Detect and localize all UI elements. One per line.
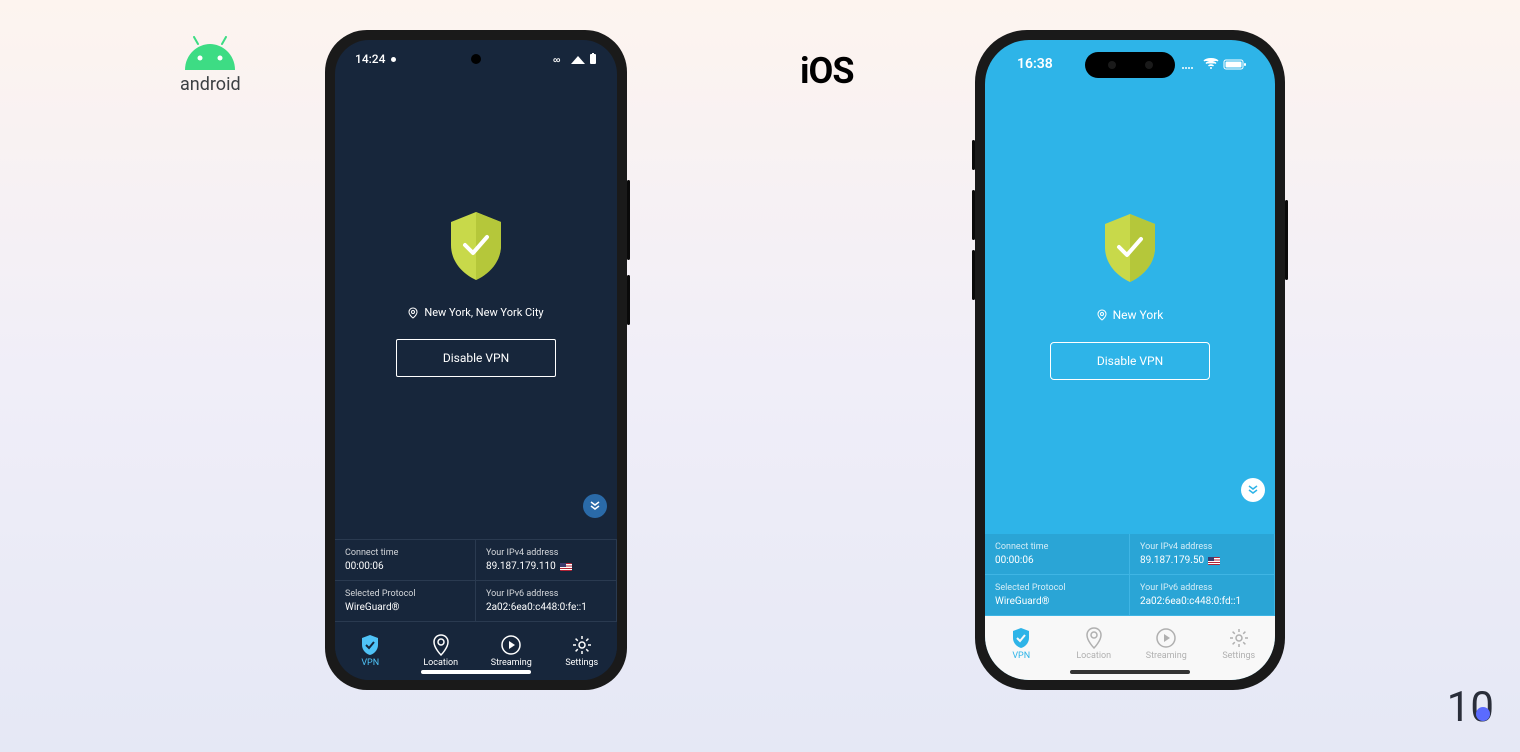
location-row[interactable]: New York, New York City bbox=[408, 306, 543, 319]
status-icons: ∞ bbox=[553, 53, 597, 65]
play-circle-icon bbox=[1155, 627, 1177, 649]
expand-panel-button[interactable] bbox=[1241, 478, 1265, 502]
info-ipv4: Your IPv4 address 89.187.179.50 bbox=[1130, 534, 1275, 575]
nav-vpn[interactable]: VPN bbox=[335, 622, 406, 680]
status-time: 14:24 bbox=[355, 52, 385, 66]
disable-vpn-button[interactable]: Disable VPN bbox=[1050, 342, 1210, 380]
android-platform-label: android bbox=[180, 36, 241, 95]
svg-text:∞: ∞ bbox=[553, 56, 560, 64]
home-indicator[interactable] bbox=[421, 670, 531, 674]
location-pin-icon bbox=[1083, 627, 1105, 649]
nav-location[interactable]: Location bbox=[1058, 616, 1131, 672]
nav-vpn[interactable]: VPN bbox=[985, 616, 1058, 672]
location-pin-icon bbox=[1097, 309, 1107, 321]
info-connect-time: Connect time 00:00:06 bbox=[985, 534, 1130, 575]
dynamic-island bbox=[1085, 52, 1175, 78]
android-text: android bbox=[180, 74, 241, 95]
info-ipv6: Your IPv6 address 2a02:6ea0:c448:0:fe::1 bbox=[476, 581, 617, 622]
us-flag-icon bbox=[1208, 557, 1220, 565]
gear-icon bbox=[1228, 627, 1250, 649]
chevron-down-double-icon bbox=[1247, 484, 1259, 496]
expand-panel-button[interactable] bbox=[583, 494, 607, 518]
status-time: 16:38 bbox=[1017, 56, 1053, 72]
us-flag-icon bbox=[560, 563, 572, 571]
shield-check-icon bbox=[445, 210, 507, 282]
android-logo-icon bbox=[180, 36, 240, 72]
camera-icon bbox=[471, 54, 481, 64]
brand-logo: 10 bbox=[1447, 683, 1490, 732]
location-pin-icon bbox=[430, 634, 452, 656]
info-protocol: Selected Protocol WireGuard® bbox=[335, 581, 476, 622]
location-text: New York, New York City bbox=[424, 306, 543, 319]
disable-vpn-button[interactable]: Disable VPN bbox=[396, 339, 556, 377]
gear-icon bbox=[571, 634, 593, 656]
ios-phone-mockup: 16:38 New York Disable VPN bbox=[975, 30, 1285, 690]
info-connect-time: Connect time 00:00:06 bbox=[335, 540, 476, 581]
location-row[interactable]: New York bbox=[1097, 308, 1164, 322]
chevron-down-double-icon bbox=[589, 500, 601, 512]
android-phone-mockup: 14:24 ∞ New York, New York City Disable … bbox=[325, 30, 627, 690]
shield-check-icon bbox=[1099, 212, 1161, 284]
location-pin-icon bbox=[408, 307, 418, 319]
location-text: New York bbox=[1113, 308, 1164, 322]
main-area: New York Disable VPN bbox=[985, 58, 1275, 534]
shield-icon bbox=[359, 634, 381, 656]
info-panel: Connect time 00:00:06 Your IPv4 address … bbox=[335, 539, 617, 622]
nav-settings[interactable]: Settings bbox=[547, 622, 618, 680]
info-protocol: Selected Protocol WireGuard® bbox=[985, 575, 1130, 616]
play-circle-icon bbox=[500, 634, 522, 656]
info-panel: Connect time 00:00:06 Your IPv4 address … bbox=[985, 534, 1275, 616]
home-indicator[interactable] bbox=[1070, 670, 1190, 674]
shield-icon bbox=[1010, 627, 1032, 649]
ios-platform-label: iOS bbox=[800, 50, 854, 92]
info-ipv6: Your IPv6 address 2a02:6ea0:c448:0:fd::1 bbox=[1130, 575, 1275, 616]
status-icons bbox=[1181, 58, 1247, 70]
info-ipv4: Your IPv4 address 89.187.179.110 bbox=[476, 540, 617, 581]
nav-streaming[interactable]: Streaming bbox=[1130, 616, 1203, 672]
main-area: New York, New York City Disable VPN bbox=[335, 48, 617, 539]
nav-settings[interactable]: Settings bbox=[1203, 616, 1276, 672]
